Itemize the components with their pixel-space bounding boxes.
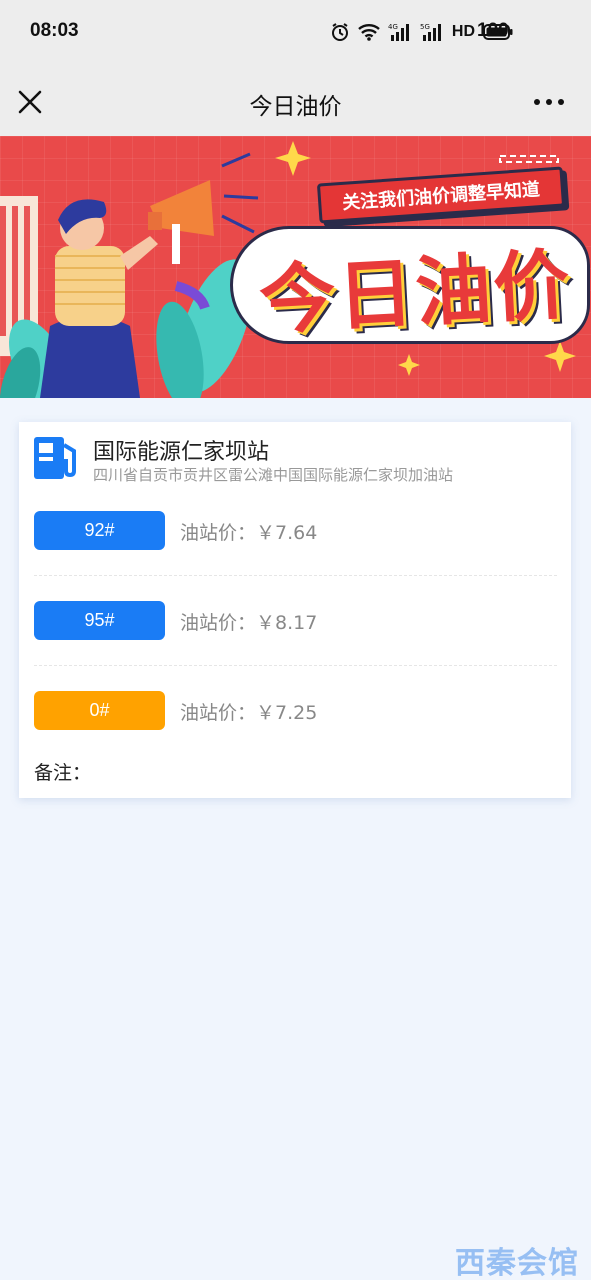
divider [34, 665, 557, 666]
fuel-row: 92# 油站价：￥7.64 [34, 511, 557, 601]
fuel-price: 油站价：￥7.25 [180, 702, 318, 724]
status-bar: 08:03 4G 5G HD 100 [0, 0, 591, 66]
fuel-row: 95# 油站价：￥8.17 [34, 601, 557, 691]
fuel-price: 油站价：￥7.64 [180, 522, 318, 544]
fuel-grade-badge: 92# [34, 511, 165, 550]
fuel-grade-badge: 0# [34, 691, 165, 730]
status-time: 08:03 [30, 20, 79, 41]
station-card: 国际能源仁家坝站 四川省自贡市贡井区雷公滩中国国际能源仁家坝加油站 92# 油站… [19, 422, 571, 798]
watermark-logo: 西秦会馆 [455, 1246, 579, 1280]
alarm-icon [330, 22, 350, 42]
more-dot-icon [534, 99, 540, 105]
svg-text:5G: 5G [420, 23, 430, 31]
wifi-icon [358, 23, 380, 41]
page-title: 今日油价 [249, 94, 342, 120]
station-address: 四川省自贡市贡井区雷公滩中国国际能源仁家坝加油站 [93, 466, 454, 484]
signal-5g-icon: 5G [420, 22, 444, 42]
promo-banner: 关注我们油价调整早知道 今日油价 [0, 136, 591, 398]
nav-bar: 今日油价 [0, 66, 591, 136]
fuel-row: 0# 油站价：￥7.25 [34, 691, 557, 781]
fuel-price: 油站价：￥8.17 [180, 612, 318, 634]
gas-station-icon [34, 437, 76, 479]
station-name: 国际能源仁家坝站 [93, 440, 270, 465]
more-dot-icon [558, 99, 564, 105]
divider [34, 575, 557, 576]
signal-4g-icon: 4G [388, 22, 412, 42]
more-button[interactable] [529, 88, 569, 116]
more-dot-icon [546, 99, 552, 105]
fuel-grade-badge: 95# [34, 601, 165, 640]
remark-label: 备注： [34, 762, 92, 784]
hd-icon: HD [451, 23, 475, 40]
battery-level: 100 [477, 20, 509, 41]
banner-title: 今日油价 [257, 239, 574, 346]
svg-text:4G: 4G [388, 23, 398, 31]
